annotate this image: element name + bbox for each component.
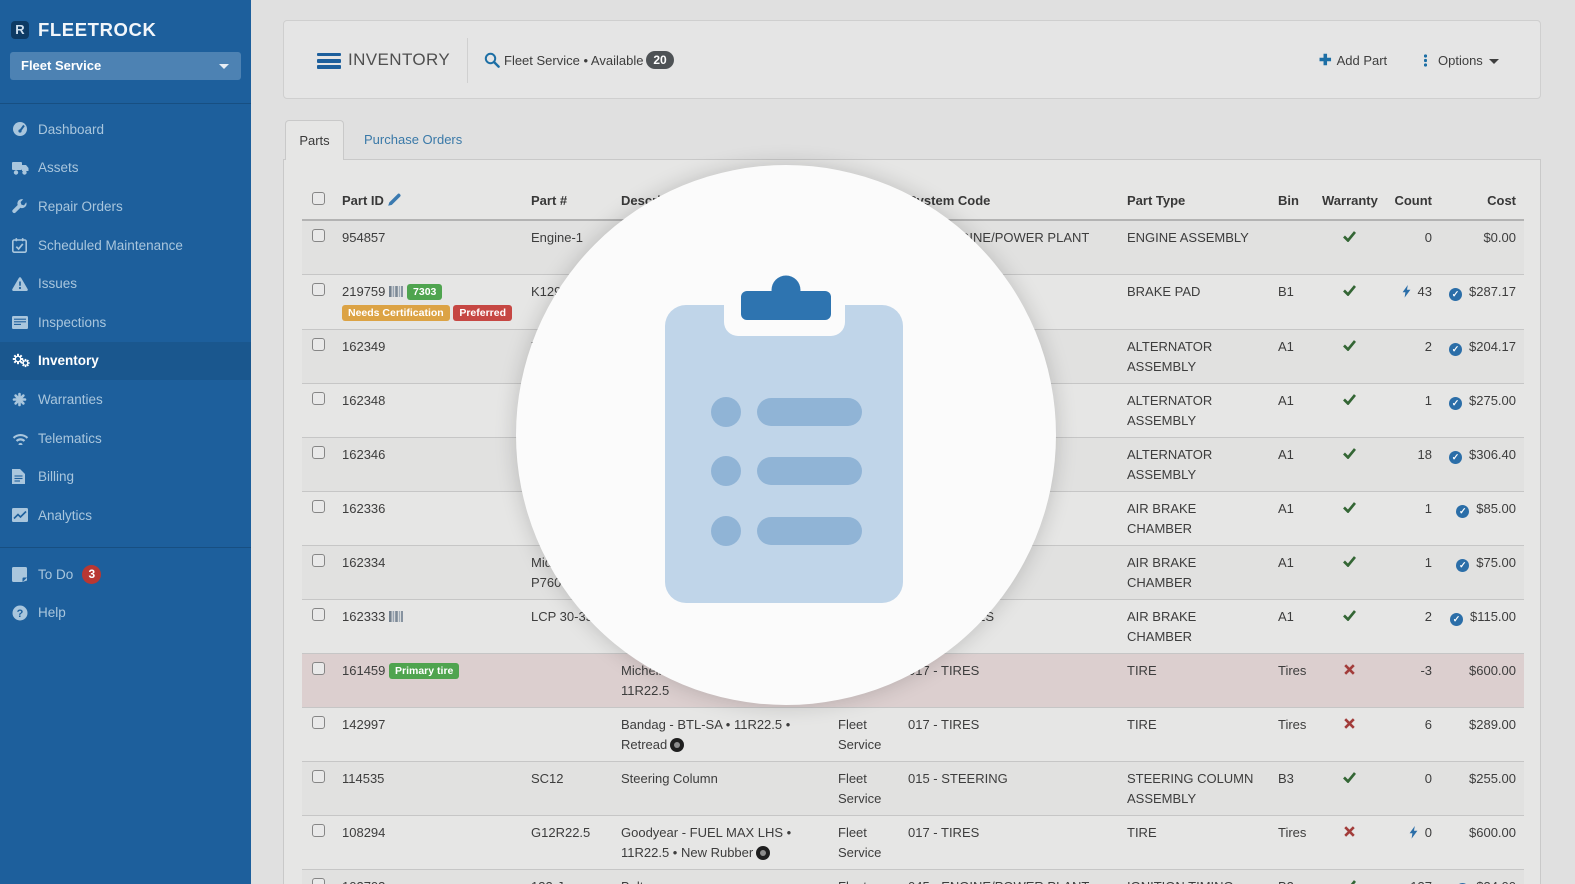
svg-text:?: ? bbox=[17, 608, 24, 620]
